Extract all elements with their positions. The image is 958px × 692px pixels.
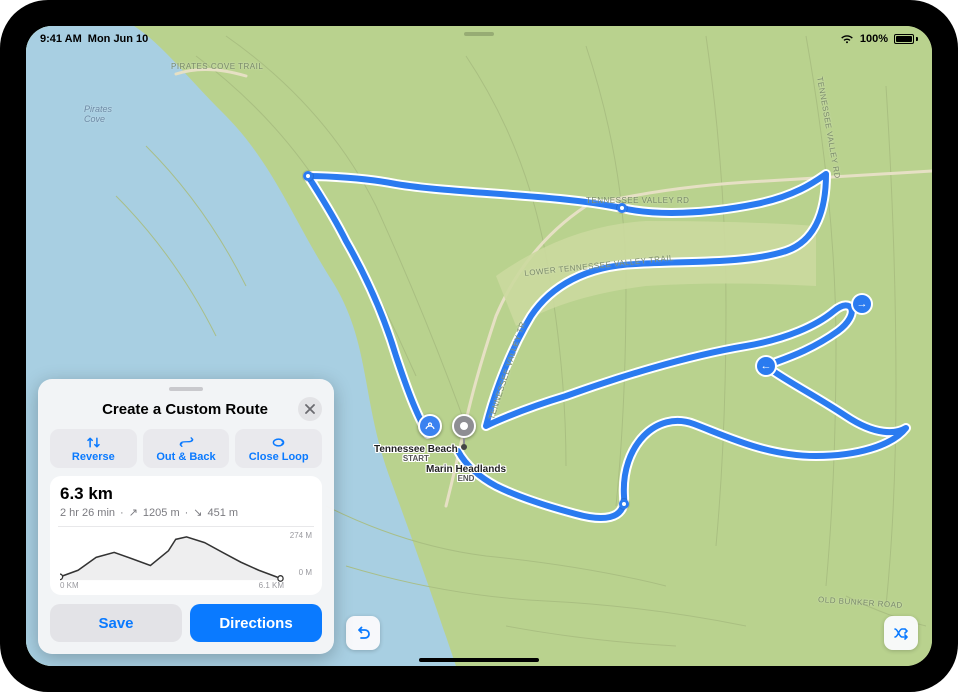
save-button[interactable]: Save (50, 604, 182, 642)
directions-button[interactable]: Directions (190, 604, 322, 642)
panel-grabber[interactable] (169, 387, 203, 391)
elev-max: 274 M (290, 531, 312, 540)
status-date: Mon Jun 10 (88, 33, 149, 45)
close-button[interactable] (298, 397, 322, 421)
route-distance: 6.3 km (60, 484, 312, 504)
undo-icon (354, 624, 372, 642)
reverse-label: Reverse (72, 451, 115, 463)
pin-start-sub: START (374, 455, 458, 464)
screen: 9:41 AM Mon Jun 10 100% (26, 26, 932, 666)
status-bar: 9:41 AM Mon Jun 10 100% (26, 26, 932, 48)
undo-button[interactable] (346, 616, 380, 650)
closeloop-icon (270, 435, 287, 450)
close-loop-button[interactable]: Close Loop (235, 429, 322, 468)
elev-xstart: 0 KM (60, 581, 79, 590)
route-options-button[interactable] (884, 616, 918, 650)
outback-label: Out & Back (156, 451, 215, 463)
label-pirates-cove: Pirates Cove (84, 104, 112, 124)
direction-badge-left: ← (757, 357, 775, 375)
route-waypoint[interactable] (617, 203, 627, 213)
stats-card: 6.3 km 2 hr 26 min · ↗1205 m · ↘451 m (50, 476, 322, 595)
route-waypoint[interactable] (619, 499, 629, 509)
ipad-frame: 9:41 AM Mon Jun 10 100% (0, 0, 958, 692)
status-time: 9:41 AM (40, 33, 82, 45)
elev-xend: 6.1 KM (259, 581, 284, 590)
route-time: 2 hr 26 min (60, 507, 115, 519)
label-pirates-cove-trail: PIRATES COVE TRAIL (171, 62, 263, 71)
pin-start[interactable] (418, 414, 442, 438)
home-indicator[interactable] (419, 658, 539, 662)
panel-title: Create a Custom Route (50, 401, 298, 418)
out-and-back-button[interactable]: Out & Back (143, 429, 230, 468)
elev-min: 0 M (299, 568, 312, 577)
save-label: Save (98, 615, 133, 632)
reverse-icon (85, 435, 102, 450)
battery-icon (894, 34, 918, 44)
route-ascent: 1205 m (143, 507, 180, 519)
route-waypoint[interactable] (303, 171, 313, 181)
label-tennessee-valley-rd: TENNESSEE VALLEY RD (586, 196, 689, 205)
direction-badge-right: → (853, 295, 871, 313)
route-options-icon (892, 624, 910, 642)
outback-icon (178, 435, 195, 450)
wifi-icon (840, 34, 854, 44)
battery-pct: 100% (860, 33, 888, 45)
pin-end-sub: END (426, 475, 506, 484)
pin-end[interactable] (452, 414, 476, 450)
route-descent: 451 m (208, 507, 239, 519)
closeloop-label: Close Loop (249, 451, 309, 463)
route-panel: Create a Custom Route Reverse Out & Back… (38, 379, 334, 654)
reverse-button[interactable]: Reverse (50, 429, 137, 468)
directions-label: Directions (219, 615, 292, 632)
elevation-chart: 274 M 0 M 0 KM 6.1 KM (60, 531, 312, 589)
